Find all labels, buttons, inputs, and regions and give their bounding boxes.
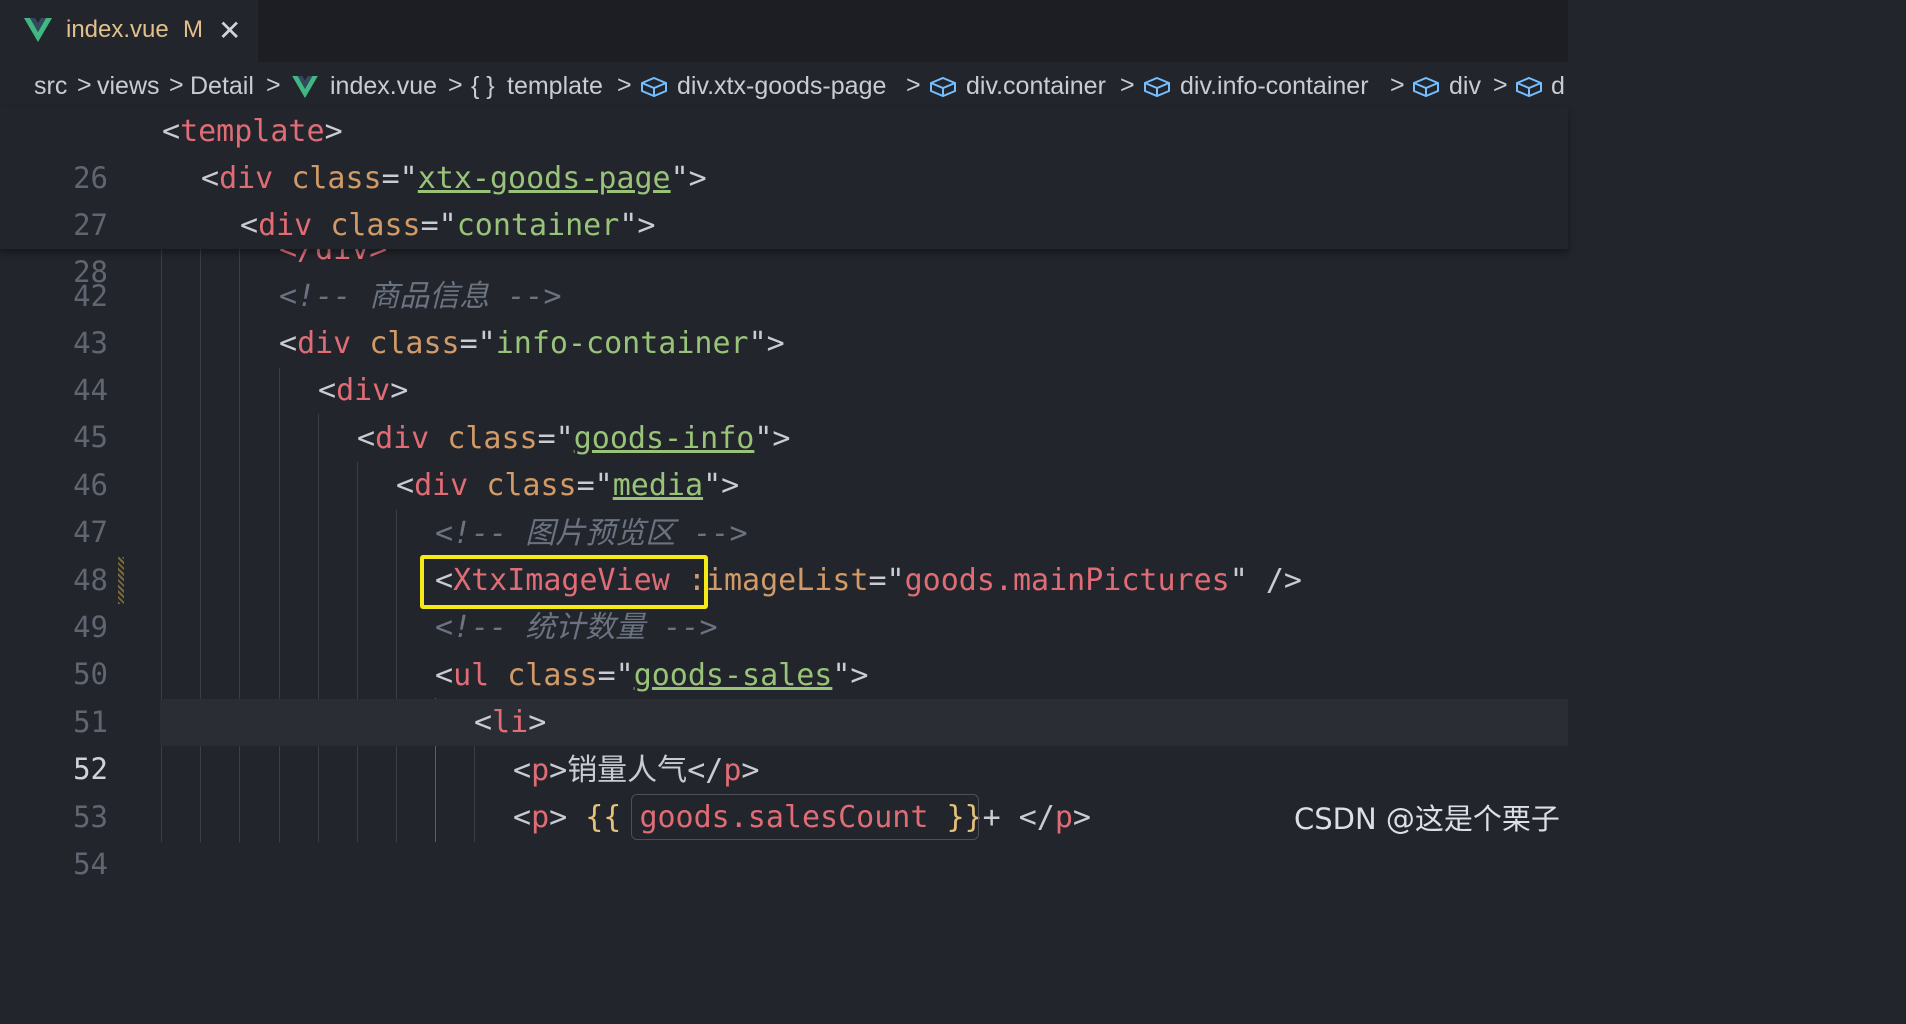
code-text: <template>	[162, 114, 343, 149]
attr-value: info-container	[495, 326, 749, 361]
comment: <!-- 统计数量 -->	[435, 610, 718, 645]
breadcrumb-separator: >	[77, 71, 92, 99]
suffix-text: +	[982, 800, 1019, 835]
tab-modified-indicator: M	[183, 16, 203, 43]
code-line[interactable]: 49 <XtxImageView :imageList="goods.mainP…	[0, 557, 1568, 644]
breadcrumb-item-file[interactable]: index.vue	[330, 72, 437, 101]
attr-name: class	[447, 421, 538, 456]
breadcrumb-separator: >	[448, 71, 463, 99]
code-line[interactable]: 44 <div class="info-container">	[0, 320, 1568, 407]
breadcrumb-separator: >	[1120, 71, 1135, 99]
comment: <!-- 商品信息 -->	[279, 279, 562, 314]
attr-name: class	[507, 658, 598, 693]
code-text: <div>	[318, 373, 409, 408]
braces-icon: { }	[471, 72, 495, 100]
code-text: <ul class="goods-sales">	[435, 658, 869, 693]
code-line[interactable]: 26 <template>	[0, 108, 1568, 195]
tag-name: div	[336, 373, 391, 408]
line-number: 54	[73, 847, 108, 881]
tag-name: p	[531, 753, 550, 788]
inline-hint-box	[631, 794, 979, 840]
breadcrumb-separator: >	[1493, 71, 1508, 99]
cube-icon	[930, 76, 956, 98]
attr-name: class	[291, 161, 382, 196]
cube-icon	[1144, 76, 1170, 98]
attr-value: media	[612, 468, 704, 503]
text-content: 销量人气	[567, 753, 688, 788]
breadcrumb-separator: >	[617, 71, 632, 99]
watermark: CSDN @这是个栗子	[1294, 802, 1560, 836]
code-text: <p>销量人气</p>	[513, 753, 760, 788]
code-line[interactable]: 51 <ul class="goods-sales">	[0, 652, 1568, 739]
attr-value: goods-sales	[633, 658, 833, 693]
breadcrumb-separator: >	[1390, 71, 1405, 99]
breadcrumb-separator: >	[169, 71, 184, 99]
tag-name: div	[414, 468, 469, 503]
code-text: <!-- 统计数量 -->	[435, 604, 718, 651]
code-line[interactable]: 48 <!-- 图片预览区 -->	[0, 510, 1568, 597]
breadcrumb-item-template[interactable]: template	[507, 72, 603, 101]
tab-index-vue[interactable]: index.vue M ✕	[0, 0, 258, 62]
tab-filename: index.vue	[66, 16, 169, 43]
attr-name: class	[486, 468, 577, 503]
attr-value: container	[456, 208, 620, 243]
code-text: <div class="info-container">	[279, 326, 785, 361]
code-text: <!-- 图片预览区 -->	[435, 510, 748, 557]
code-line-current[interactable]: 52 <li>	[0, 699, 1568, 786]
code-line[interactable]: 45 <div>	[0, 367, 1568, 454]
breadcrumb-item-detail[interactable]: Detail	[190, 72, 254, 101]
comment: <!-- 图片预览区 -->	[435, 516, 748, 551]
code-line[interactable]: 47 <div class="media">	[0, 462, 1568, 549]
code-text: <div class="container">	[240, 208, 656, 243]
code-line[interactable]: 27 <div class="xtx-goods-page">	[0, 155, 1568, 242]
code-text: <li>	[474, 705, 547, 740]
attr-value: xtx-goods-page	[417, 161, 671, 196]
vue-icon	[24, 18, 52, 42]
code-line[interactable]: 50 <!-- 统计数量 -->	[0, 604, 1568, 691]
highlight-box	[420, 555, 708, 609]
attr-name: class	[330, 208, 421, 243]
breadcrumb: src > views > Detail > index.vue > { } t…	[0, 62, 1568, 112]
vue-icon	[292, 76, 318, 98]
cube-icon	[1516, 76, 1542, 98]
code-editor[interactable]: 42 </div> 26 <template> 27 <div class="x…	[0, 108, 1568, 881]
tag-name: div	[219, 161, 274, 196]
tag-name: p	[531, 800, 550, 835]
cube-icon	[641, 76, 667, 98]
self-closing: />	[1247, 563, 1302, 598]
tag-name: p	[723, 753, 742, 788]
breadcrumb-item-src[interactable]: src	[34, 72, 67, 101]
code-line[interactable]: 53 <p>销量人气</p>	[0, 747, 1568, 834]
code-line[interactable]: 43 <!-- 商品信息 -->	[0, 273, 1568, 360]
tag-name: div	[297, 326, 352, 361]
breadcrumb-separator: >	[266, 71, 281, 99]
tag-name: ul	[453, 658, 490, 693]
code-text: <div class="media">	[396, 468, 740, 503]
attr-value: goods-info	[573, 421, 755, 456]
attr-value: goods.mainPictures	[904, 563, 1230, 598]
code-text: <div class="goods-info">	[357, 421, 791, 456]
breadcrumb-item-views[interactable]: views	[97, 72, 160, 101]
tag-name: li	[492, 705, 529, 740]
code-text: <!-- 商品信息 -->	[279, 273, 562, 320]
code-line[interactable]: 46 <div class="goods-info">	[0, 415, 1568, 502]
breadcrumb-item-goods-page[interactable]: div.xtx-goods-page	[677, 72, 886, 101]
tag-name: div	[375, 421, 430, 456]
tab-bar: index.vue M ✕	[0, 0, 1568, 62]
attr-name: class	[369, 326, 460, 361]
breadcrumb-item-container[interactable]: div.container	[966, 72, 1106, 101]
breadcrumb-item-div[interactable]: div	[1449, 72, 1481, 101]
breadcrumb-separator: >	[906, 71, 921, 99]
breadcrumb-item-truncated[interactable]: d	[1551, 72, 1565, 101]
cube-icon	[1413, 76, 1439, 98]
close-icon[interactable]: ✕	[218, 14, 241, 47]
attr-name: :imageList	[687, 563, 869, 598]
code-text: <div class="xtx-goods-page">	[201, 161, 707, 196]
tag-name: p	[1054, 800, 1073, 835]
tag-name: template	[180, 114, 325, 149]
breadcrumb-item-info-container[interactable]: div.info-container	[1180, 72, 1369, 101]
code-line[interactable]: 28 <div class="container">	[0, 202, 1568, 289]
tag-name: div	[258, 208, 313, 243]
